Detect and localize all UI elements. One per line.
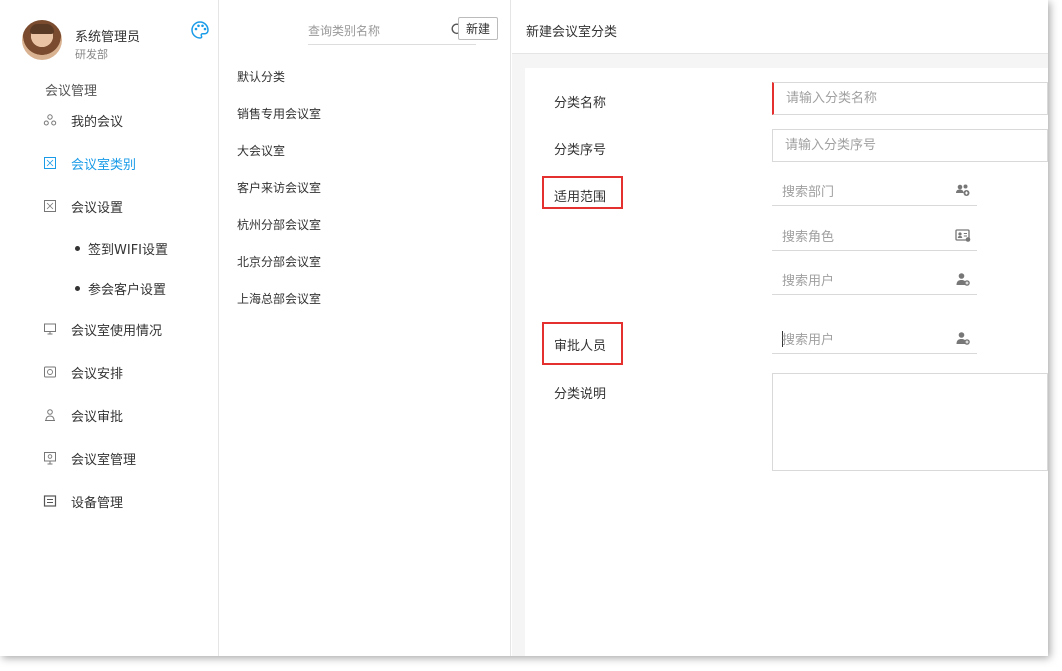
category-order-input[interactable] bbox=[772, 129, 1048, 162]
palette-icon[interactable] bbox=[190, 20, 210, 40]
department-icon[interactable] bbox=[955, 182, 971, 198]
scope-dept-search bbox=[772, 176, 977, 206]
user-dept: 研发部 bbox=[75, 48, 108, 61]
category-item[interactable]: 销售专用会议室 bbox=[237, 105, 321, 122]
sidebar-item-meeting-approval[interactable]: 会议审批 bbox=[43, 403, 123, 427]
sidebar-item-label: 会议室类别 bbox=[71, 157, 137, 173]
category-item[interactable]: 杭州分部会议室 bbox=[237, 216, 321, 233]
room-icon bbox=[43, 451, 57, 465]
monitor-icon bbox=[43, 322, 57, 336]
sidebar-item-meeting-schedule[interactable]: 会议安排 bbox=[43, 360, 123, 384]
category-search bbox=[308, 17, 476, 45]
sidebar-item-my-meetings[interactable]: 我的会议 bbox=[43, 108, 123, 132]
avatar[interactable] bbox=[22, 20, 62, 60]
sidebar-item-room-management[interactable]: 会议室管理 bbox=[43, 446, 136, 470]
sidebar-item-label: 会议室使用情况 bbox=[71, 323, 163, 339]
scope-dept-input[interactable] bbox=[782, 182, 942, 202]
scope-role-input[interactable] bbox=[782, 227, 942, 247]
sidebar-subitem-label: 签到WIFI设置 bbox=[88, 242, 168, 258]
category-icon bbox=[43, 156, 57, 170]
name-label: 分类名称 bbox=[554, 96, 607, 111]
sidebar-subitem-clients[interactable]: 参会客户设置 bbox=[75, 278, 166, 298]
sidebar-item-label: 会议安排 bbox=[71, 366, 124, 382]
sidebar-item-room-category[interactable]: 会议室类别 bbox=[43, 151, 136, 175]
sidebar-item-label: 设备管理 bbox=[71, 495, 124, 511]
scope-user-search bbox=[772, 265, 977, 295]
sidebar: 系统管理员 研发部 会议管理 我的会议 会议室类别 会议设置 签到WIFI设置 … bbox=[0, 0, 219, 656]
scope-label: 适用范围 bbox=[554, 190, 607, 205]
category-name-input[interactable] bbox=[772, 82, 1048, 115]
sidebar-subitem-wifi[interactable]: 签到WIFI设置 bbox=[75, 238, 168, 258]
form-title: 新建会议室分类 bbox=[526, 25, 618, 40]
category-panel: 新建 默认分类 销售专用会议室 大会议室 客户来访会议室 杭州分部会议室 北京分… bbox=[220, 0, 511, 656]
scope-user-input[interactable] bbox=[782, 271, 942, 291]
sidebar-item-label: 我的会议 bbox=[71, 114, 124, 130]
device-icon bbox=[43, 494, 57, 508]
bullet-icon bbox=[75, 245, 80, 251]
order-label: 分类序号 bbox=[554, 143, 607, 158]
scope-role-search bbox=[772, 221, 977, 251]
user-name: 系统管理员 bbox=[75, 30, 141, 45]
sidebar-item-meeting-settings[interactable]: 会议设置 bbox=[43, 194, 123, 218]
sidebar-item-label: 会议设置 bbox=[71, 200, 124, 216]
category-item[interactable]: 客户来访会议室 bbox=[237, 179, 321, 196]
approval-icon bbox=[43, 408, 57, 422]
role-card-icon[interactable] bbox=[955, 227, 971, 243]
sidebar-subitem-label: 参会客户设置 bbox=[88, 282, 167, 298]
sidebar-item-label: 会议审批 bbox=[71, 409, 124, 425]
description-textarea[interactable] bbox=[772, 373, 1048, 471]
approver-user-search bbox=[772, 324, 977, 354]
form-panel: 新建会议室分类 分类名称 分类序号 适用范围 bbox=[512, 0, 1048, 656]
category-search-input[interactable] bbox=[308, 21, 438, 41]
description-label: 分类说明 bbox=[554, 387, 607, 402]
sidebar-item-room-usage[interactable]: 会议室使用情况 bbox=[43, 317, 162, 341]
user-add-icon[interactable] bbox=[955, 330, 971, 346]
category-item[interactable]: 上海总部会议室 bbox=[237, 290, 321, 307]
category-item[interactable]: 默认分类 bbox=[237, 68, 285, 85]
category-item[interactable]: 大会议室 bbox=[237, 142, 285, 159]
approver-label: 审批人员 bbox=[554, 339, 607, 354]
approver-user-input[interactable] bbox=[782, 330, 942, 350]
bullet-icon bbox=[75, 285, 80, 291]
sidebar-item-device-management[interactable]: 设备管理 bbox=[43, 489, 123, 513]
user-profile: 系统管理员 研发部 bbox=[22, 20, 212, 64]
schedule-icon bbox=[43, 365, 57, 379]
form-body: 分类名称 分类序号 适用范围 bbox=[525, 68, 1048, 656]
section-title: 会议管理 bbox=[45, 84, 98, 99]
app-window: 系统管理员 研发部 会议管理 我的会议 会议室类别 会议设置 签到WIFI设置 … bbox=[0, 0, 1048, 656]
form-header: 新建会议室分类 bbox=[512, 0, 1048, 54]
sidebar-item-label: 会议室管理 bbox=[71, 452, 137, 468]
meeting-icon bbox=[43, 113, 57, 127]
category-item[interactable]: 北京分部会议室 bbox=[237, 253, 321, 270]
user-add-icon[interactable] bbox=[955, 271, 971, 287]
new-category-button[interactable]: 新建 bbox=[458, 17, 498, 40]
settings-icon bbox=[43, 199, 57, 213]
